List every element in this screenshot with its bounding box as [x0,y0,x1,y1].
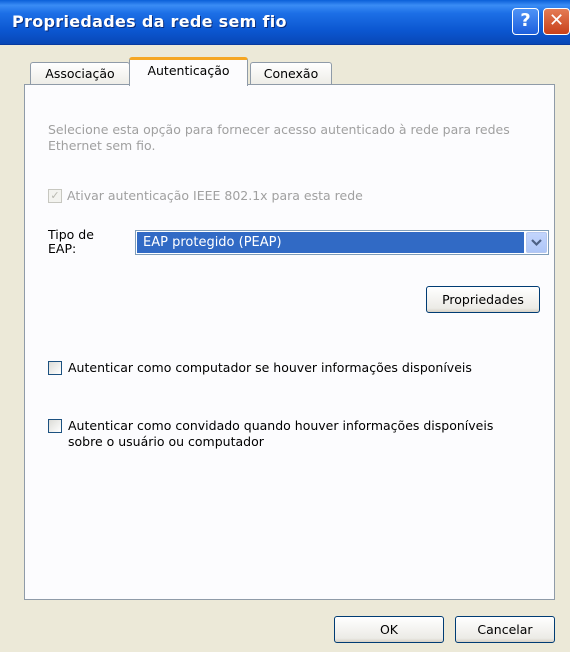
ieee-8021x-label: Ativar autenticação IEEE 802.1x para est… [67,188,363,203]
ieee-8021x-checkbox[interactable]: ✓ [48,189,62,203]
guest-auth-label: Autenticar como convidado quando houver … [68,418,494,449]
cancel-button[interactable]: Cancelar [455,616,555,643]
tab-label: Conexão [263,66,319,81]
tab-autenticacao[interactable]: Autenticação [129,57,248,86]
title-bar[interactable]: Propriedades da rede sem fio ? ✕ [0,0,570,45]
tab-associacao[interactable]: Associação [30,62,130,86]
properties-button-label: Propriedades [442,292,524,307]
checkmark-icon: ✓ [50,189,60,202]
eap-type-select[interactable]: EAP protegido (PEAP) [135,230,549,255]
dropdown-button[interactable] [526,232,547,253]
tab-label: Associação [45,66,115,81]
close-button[interactable]: ✕ [543,8,570,35]
window-title: Propriedades da rede sem fio [12,12,287,31]
help-button[interactable]: ? [512,8,539,35]
eap-type-selected-value: EAP protegido (PEAP) [137,232,524,253]
authentication-panel [24,84,555,600]
properties-button[interactable]: Propriedades [426,286,540,313]
description-text: Selecione esta opção para fornecer acess… [48,122,510,153]
computer-auth-checkbox[interactable] [48,361,62,375]
computer-auth-label: Autenticar como computador se houver inf… [68,360,472,375]
close-icon: ✕ [548,10,565,31]
tab-label: Autenticação [147,63,230,78]
cancel-button-label: Cancelar [477,622,533,637]
ok-button[interactable]: OK [334,616,444,643]
tab-conexao[interactable]: Conexão [250,62,332,86]
chevron-down-icon [531,239,542,247]
guest-auth-checkbox[interactable] [48,419,62,433]
wireless-properties-dialog: Propriedades da rede sem fio ? ✕ Associa… [0,0,570,652]
ok-button-label: OK [379,622,399,637]
help-icon: ? [520,10,531,31]
eap-type-label: Tipo de EAP: [48,227,94,256]
